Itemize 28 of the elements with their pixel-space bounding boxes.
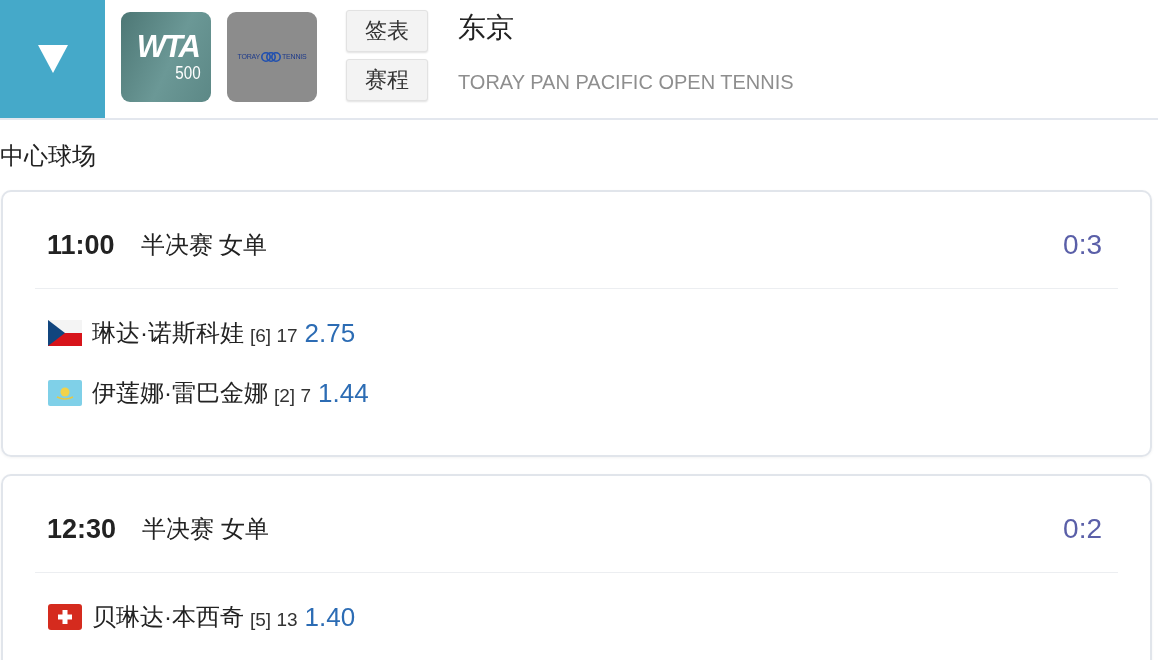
nav-button[interactable]: 签表 [346,10,428,52]
player-name: 贝琳达·本西奇 [92,602,244,632]
nav-button[interactable]: 赛程 [346,59,428,101]
player-seed-rank: [5] 13 [250,609,298,631]
match-time: 12:30 [47,513,117,545]
rings-icon [261,51,281,63]
logo-text: 500 [175,63,201,83]
match-round: 半决赛 女单 [140,230,268,260]
player-seed-rank: [6] 17 [250,325,298,347]
flag-icon [48,604,82,630]
player-name: 伊莲娜·雷巴金娜 [92,378,268,408]
match-round: 半决赛 女单 [142,514,269,544]
match-score: 0:3 [1063,229,1102,261]
player-odds: 1.40 [304,601,356,633]
tournament-name: TORAY PAN PACIFIC OPEN TENNIS [458,70,794,95]
tournament-city: 东京 [458,11,514,45]
player-odds: 1.44 [318,377,369,409]
match-score: 0:2 [1063,513,1102,545]
flag-icon [48,380,82,406]
player-seed-rank: [2] 7 [274,385,311,407]
player-name: 琳达·诺斯科娃 [92,318,244,348]
court-heading: 中心球场 [0,141,96,171]
flag-icon [48,320,82,346]
caret-icon [37,45,68,73]
player-odds: 2.75 [304,317,356,349]
match-time: 11:00 [47,229,115,261]
dropdown-button[interactable] [0,0,105,118]
logo-text: WTA [136,31,200,63]
